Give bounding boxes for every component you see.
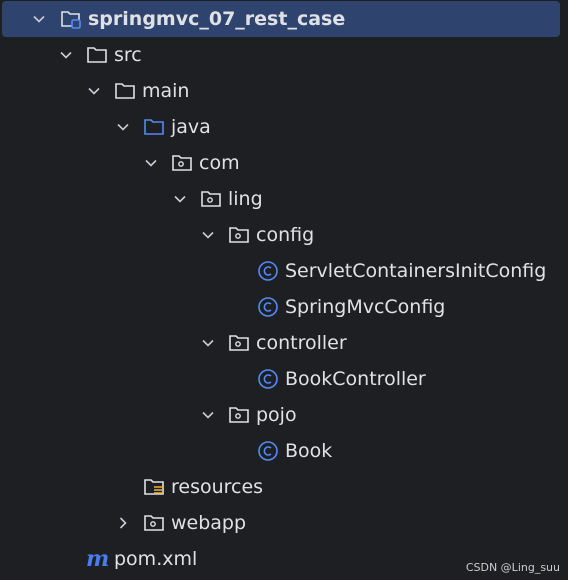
tree-node-book-controller[interactable]: BookController [0, 361, 562, 397]
class-icon [257, 296, 279, 318]
web-folder-icon [143, 512, 165, 534]
tree-node-resources[interactable]: resources [0, 469, 562, 505]
tree-node-label: springmvc_07_rest_case [88, 8, 346, 30]
folder-icon [86, 44, 108, 66]
tree-node-spring-mvc-config[interactable]: SpringMvcConfig [0, 289, 562, 325]
chevron-down-icon[interactable] [200, 407, 216, 423]
chevron-down-icon[interactable] [200, 227, 216, 243]
tree-node-label: BookController [285, 368, 426, 390]
tree-node-src[interactable]: src [0, 37, 562, 73]
folder-icon [114, 80, 136, 102]
tree-node-label: pojo [256, 404, 297, 426]
package-icon [200, 188, 222, 210]
source-root-folder-icon [143, 116, 165, 138]
package-icon [228, 404, 250, 426]
chevron-down-icon[interactable] [115, 119, 131, 135]
package-icon [228, 332, 250, 354]
tree-node-java[interactable]: java [0, 109, 562, 145]
chevron-down-icon[interactable] [143, 155, 159, 171]
tree-node-label: controller [256, 332, 347, 354]
class-icon [257, 440, 279, 462]
tree-node-label: webapp [171, 512, 247, 534]
tree-node-label: main [142, 80, 190, 102]
watermark: CSDN @Ling_suu [465, 561, 560, 574]
tree-node-label: src [114, 44, 142, 66]
tree-node-ling[interactable]: ling [0, 181, 562, 217]
tree-node-label: ServletContainersInitConfig [285, 260, 547, 282]
class-icon [257, 260, 279, 282]
tree-node-config[interactable]: config [0, 217, 562, 253]
maven-icon: m [86, 548, 110, 570]
chevron-right-icon[interactable] [115, 515, 131, 531]
chevron-down-icon[interactable] [58, 47, 74, 63]
tree-node-label: resources [171, 476, 264, 498]
tree-node-label: SpringMvcConfig [285, 296, 446, 318]
tree-node-servlet-containers-init-config[interactable]: ServletContainersInitConfig [0, 253, 562, 289]
module-folder-icon [60, 8, 82, 30]
tree-node-label: java [171, 116, 211, 138]
svg-text:m: m [86, 548, 109, 570]
tree-node-webapp[interactable]: webapp [0, 505, 562, 541]
tree-node-book[interactable]: Book [0, 433, 562, 469]
chevron-down-icon[interactable] [86, 83, 102, 99]
class-icon [257, 368, 279, 390]
tree-node-label: config [256, 224, 315, 246]
tree-node-controller[interactable]: controller [0, 325, 562, 361]
chevron-down-icon[interactable] [31, 11, 47, 27]
tree-node-label: ling [228, 188, 263, 210]
tree-node-label: com [199, 152, 240, 174]
chevron-down-icon[interactable] [200, 335, 216, 351]
package-icon [171, 152, 193, 174]
tree-node-label: Book [285, 440, 333, 462]
tree-node-main[interactable]: main [0, 73, 562, 109]
package-icon [228, 224, 250, 246]
tree-node-project-root[interactable]: springmvc_07_rest_case [2, 1, 560, 37]
chevron-down-icon[interactable] [172, 191, 188, 207]
tree-node-pojo[interactable]: pojo [0, 397, 562, 433]
tree-node-label: pom.xml [114, 548, 198, 570]
tree-node-com[interactable]: com [0, 145, 562, 181]
resources-folder-icon [143, 476, 165, 498]
